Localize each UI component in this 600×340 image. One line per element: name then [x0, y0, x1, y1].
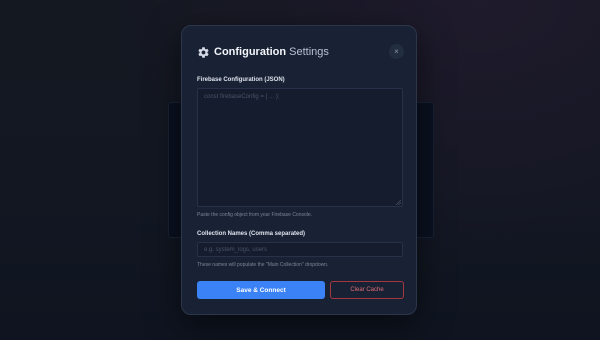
gear-icon [198, 46, 209, 58]
close-button[interactable]: × [389, 44, 404, 59]
collections-hint: These names will populate the "Main Coll… [197, 262, 329, 268]
modal-header: Configuration Settings × [197, 43, 404, 61]
collections-input[interactable] [197, 242, 403, 257]
modal-title: Configuration Settings [214, 46, 329, 58]
firebase-config-textarea[interactable] [197, 88, 403, 207]
modal-title-bold: Configuration [214, 46, 287, 58]
clear-cache-button[interactable]: Clear Cache [330, 281, 404, 299]
collections-label: Collection Names (Comma separated) [197, 231, 306, 237]
firebase-config-label: Firebase Configuration (JSON) [197, 77, 285, 83]
settings-modal: Configuration Settings × Firebase Config… [181, 25, 417, 315]
resize-grip-icon[interactable] [395, 199, 401, 205]
save-connect-button[interactable]: Save & Connect [197, 281, 325, 299]
firebase-config-hint: Paste the config object from your Fireba… [197, 212, 313, 218]
close-icon: × [394, 47, 399, 56]
modal-title-light: Settings [289, 46, 329, 58]
